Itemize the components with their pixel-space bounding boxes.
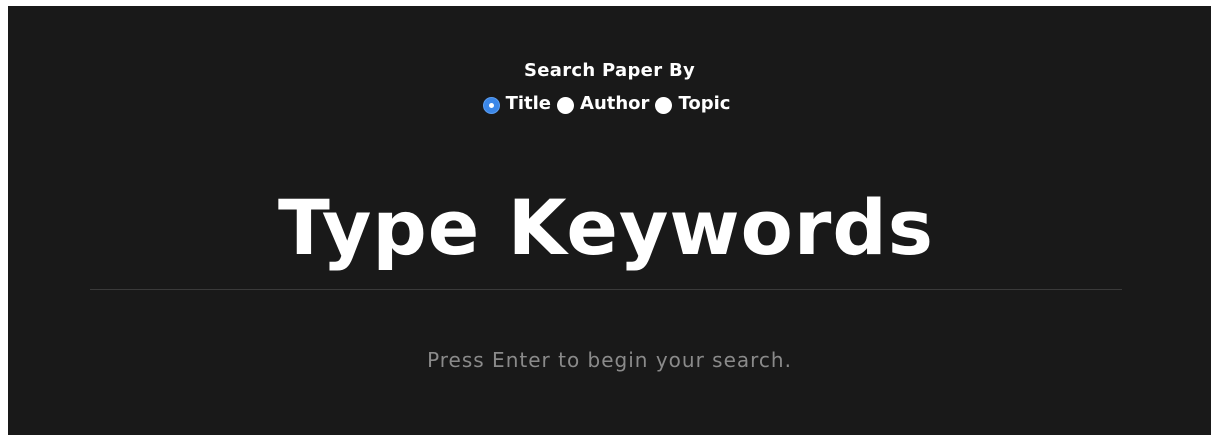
radio-author-label: Author [580,93,650,114]
radio-topic-unchecked-icon[interactable] [655,97,673,114]
radio-option-topic[interactable]: Topic [655,93,730,114]
search-panel: Search Paper By Title Author Topic Press… [8,6,1211,435]
radio-author-unchecked-icon[interactable] [557,97,575,114]
search-by-heading: Search Paper By [524,60,695,81]
radio-topic-label: Topic [678,93,731,114]
radio-option-title[interactable]: Title [482,93,552,114]
radio-option-author[interactable]: Author [557,93,649,114]
radio-title-checked-icon[interactable] [482,97,500,114]
search-type-radio-group: Title Author Topic [8,93,1211,114]
keyword-search-input[interactable] [90,166,1122,290]
radio-title-label: Title [505,93,552,114]
search-hint-text: Press Enter to begin your search. [427,348,792,372]
